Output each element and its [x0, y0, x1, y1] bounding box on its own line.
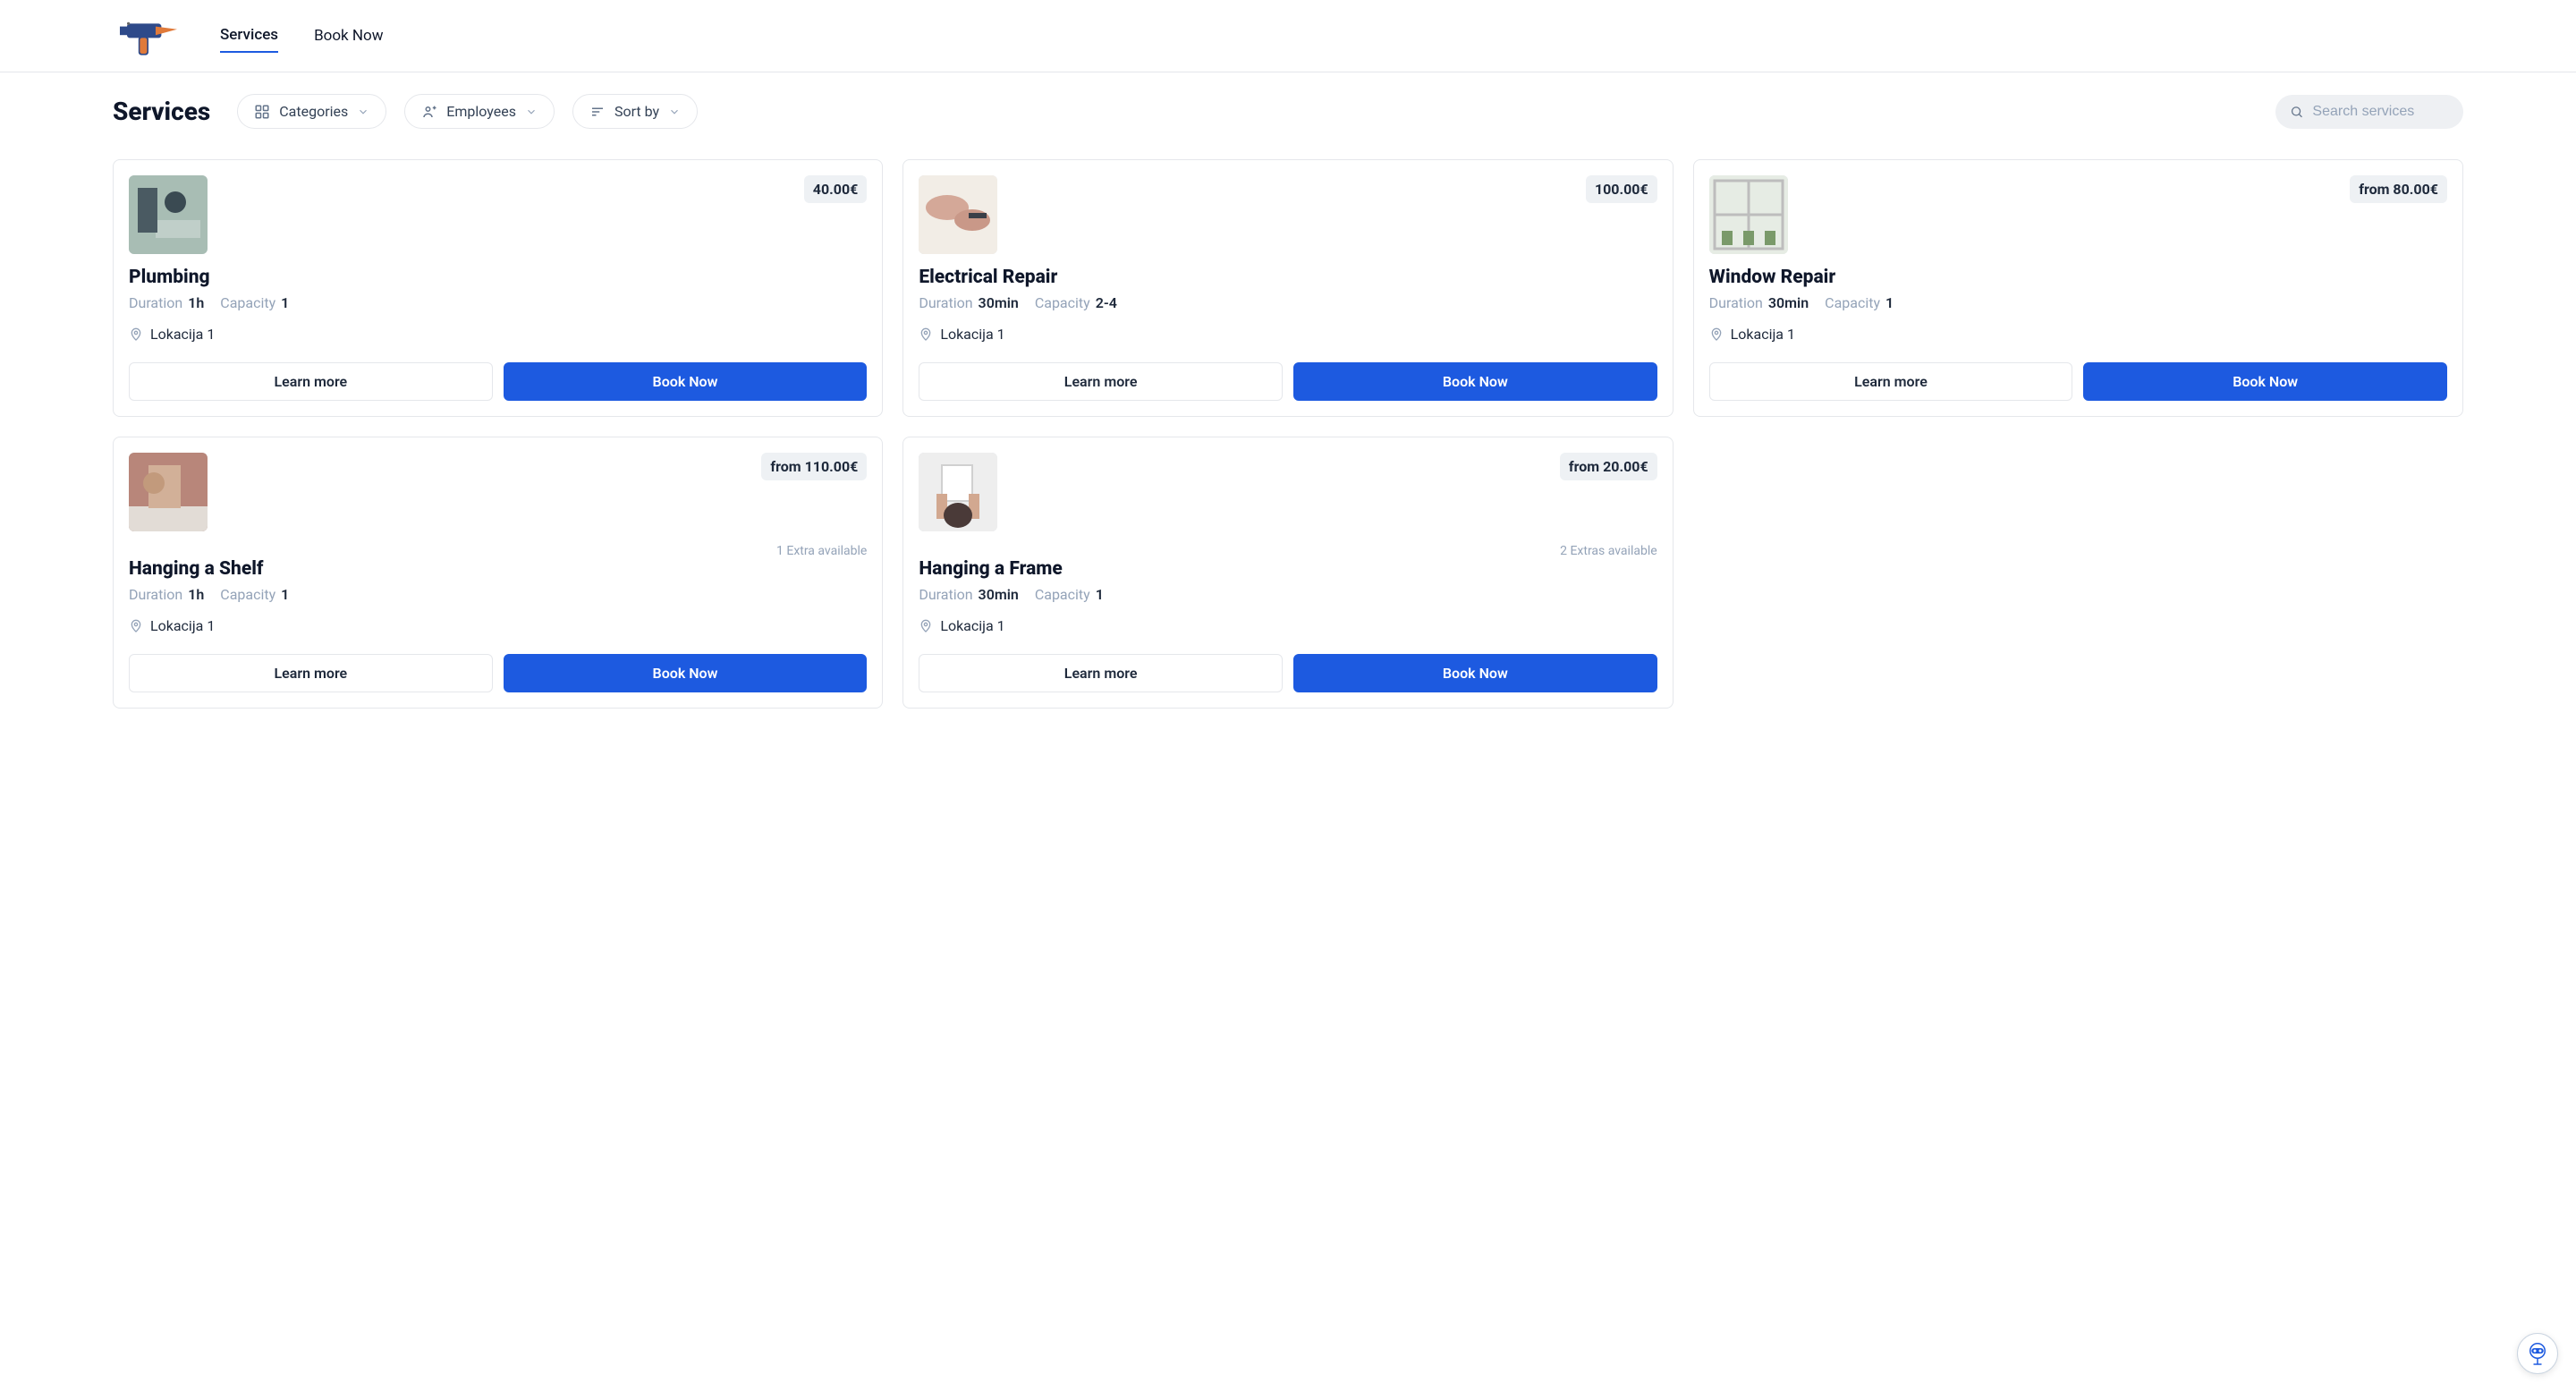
capacity-label: Capacity	[1035, 586, 1090, 603]
service-card: from 110.00€ 1 Extra availableHanging a S…	[113, 437, 883, 709]
location-value: Lokacija 1	[150, 617, 215, 634]
learn-more-button[interactable]: Learn more	[919, 654, 1283, 692]
location-pin-icon	[1709, 327, 1724, 342]
search-input[interactable]	[2312, 104, 2449, 120]
header: Services Book Now	[0, 0, 2576, 72]
user-icon	[421, 104, 437, 120]
service-title: Electrical Repair	[919, 267, 1657, 288]
service-card: from 20.00€ 2 Extras availableHanging a F…	[902, 437, 1673, 709]
book-now-button[interactable]: Book Now	[1293, 654, 1657, 692]
services-grid: 40.00€ Plumbing Duration 1h Capacity 1 Lokac…	[113, 159, 2463, 709]
chevron-down-icon	[668, 106, 681, 118]
service-thumbnail	[919, 453, 997, 531]
chevron-down-icon	[525, 106, 538, 118]
duration-value: 1h	[188, 586, 204, 603]
service-location: Lokacija 1	[129, 617, 867, 634]
categories-label: Categories	[279, 103, 348, 120]
categories-filter[interactable]: Categories	[237, 94, 386, 129]
book-now-button[interactable]: Book Now	[504, 362, 868, 401]
learn-more-button[interactable]: Learn more	[1709, 362, 2073, 401]
price-badge: 100.00€	[1586, 175, 1657, 203]
learn-more-button[interactable]: Learn more	[129, 362, 493, 401]
location-value: Lokacija 1	[940, 617, 1004, 634]
sort-filter[interactable]: Sort by	[572, 94, 698, 129]
price-badge: from 20.00€	[1560, 453, 1657, 480]
capacity-value: 1	[281, 586, 289, 603]
location-pin-icon	[919, 327, 933, 342]
capacity-value: 2-4	[1096, 294, 1117, 311]
extras-label: 1 Extra available	[776, 544, 867, 558]
service-card: 100.00€ Electrical Repair Duration 30min Ca…	[902, 159, 1673, 417]
employees-filter[interactable]: Employees	[404, 94, 555, 129]
duration-label: Duration	[919, 294, 972, 311]
location-pin-icon	[919, 619, 933, 633]
chevron-down-icon	[357, 106, 369, 118]
learn-more-button[interactable]: Learn more	[919, 362, 1283, 401]
capacity-label: Capacity	[1035, 294, 1090, 311]
service-location: Lokacija 1	[129, 326, 867, 343]
service-location: Lokacija 1	[919, 326, 1657, 343]
toolbar: Services Categories Employees Sort by	[113, 94, 2463, 129]
book-now-button[interactable]: Book Now	[504, 654, 868, 692]
employees-label: Employees	[446, 103, 516, 120]
duration-value: 30min	[1768, 294, 1809, 311]
service-thumbnail	[129, 175, 208, 254]
book-now-button[interactable]: Book Now	[2083, 362, 2447, 401]
service-thumbnail	[1709, 175, 1788, 254]
grid-icon	[254, 104, 270, 120]
extras-label: 2 Extras available	[1560, 544, 1657, 558]
capacity-label: Capacity	[1825, 294, 1880, 311]
service-card: from 80.00€ Window Repair Duration 30min Ca…	[1693, 159, 2463, 417]
service-title: Window Repair	[1709, 267, 2447, 288]
search-icon	[2290, 104, 2303, 120]
capacity-value: 1	[1096, 586, 1104, 603]
capacity-label: Capacity	[220, 294, 275, 311]
duration-label: Duration	[919, 586, 972, 603]
service-title: Hanging a Frame	[919, 558, 1657, 580]
service-thumbnail	[129, 453, 208, 531]
nav-book-now[interactable]: Book Now	[314, 20, 383, 52]
location-value: Lokacija 1	[1731, 326, 1795, 343]
service-location: Lokacija 1	[1709, 326, 2447, 343]
nav-services[interactable]: Services	[220, 19, 278, 53]
search-container[interactable]	[2275, 95, 2463, 129]
duration-label: Duration	[1709, 294, 1763, 311]
page-title: Services	[113, 97, 210, 126]
duration-value: 30min	[979, 294, 1019, 311]
chat-widget[interactable]	[2517, 1333, 2558, 1374]
sort-icon	[589, 104, 606, 120]
service-thumbnail	[919, 175, 997, 254]
service-card: 40.00€ Plumbing Duration 1h Capacity 1 Lokac…	[113, 159, 883, 417]
learn-more-button[interactable]: Learn more	[129, 654, 493, 692]
duration-value: 30min	[979, 586, 1019, 603]
duration-label: Duration	[129, 586, 182, 603]
capacity-value: 1	[281, 294, 289, 311]
service-title: Hanging a Shelf	[129, 558, 867, 580]
price-badge: from 110.00€	[761, 453, 867, 480]
price-badge: 40.00€	[804, 175, 868, 203]
sort-label: Sort by	[614, 103, 659, 120]
price-badge: from 80.00€	[2350, 175, 2447, 203]
capacity-value: 1	[1885, 294, 1894, 311]
location-value: Lokacija 1	[150, 326, 215, 343]
duration-label: Duration	[129, 294, 182, 311]
location-pin-icon	[129, 327, 143, 342]
service-location: Lokacija 1	[919, 617, 1657, 634]
location-pin-icon	[129, 619, 143, 633]
book-now-button[interactable]: Book Now	[1293, 362, 1657, 401]
duration-value: 1h	[188, 294, 204, 311]
location-value: Lokacija 1	[940, 326, 1004, 343]
brand-logo	[113, 9, 184, 63]
service-title: Plumbing	[129, 267, 867, 288]
capacity-label: Capacity	[220, 586, 275, 603]
